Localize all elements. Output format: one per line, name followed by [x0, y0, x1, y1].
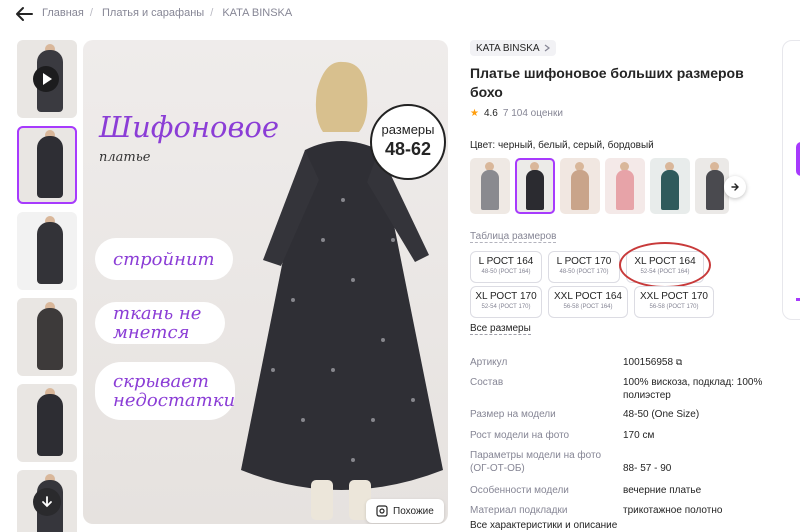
thumbnail-photo[interactable] — [17, 126, 77, 204]
buy-card — [782, 40, 800, 320]
main-product-image[interactable]: Шифоновое платье размеры 48-62 стройнит … — [83, 40, 448, 524]
colors-label: Цвет: черный, белый, серый, бордовый — [470, 140, 654, 151]
breadcrumb: Главная / Платья и сарафаны / KATA BINSKA — [42, 7, 293, 19]
breadcrumb-home[interactable]: Главная — [42, 7, 84, 19]
feature-pill: ткань не мнется — [95, 302, 225, 344]
size-option[interactable]: XL РОСТ 164 52-54 (РОСТ 164) — [626, 251, 704, 283]
breadcrumb-category[interactable]: Платья и сарафаны — [102, 7, 204, 19]
size-table-link[interactable]: Таблица размеров — [470, 231, 557, 243]
thumbnail-photo[interactable] — [17, 384, 77, 462]
size-option[interactable]: XL РОСТ 170 52-54 (РОСТ 170) — [470, 286, 542, 318]
scroll-down-button[interactable] — [33, 488, 61, 516]
arrow-right-icon — [731, 183, 739, 191]
rating-value: 4.6 — [483, 108, 498, 119]
star-icon: ★ — [470, 108, 479, 119]
brand-link[interactable]: KATA BINSKA — [470, 40, 556, 56]
accent-bar — [796, 298, 800, 301]
product-title: Платье шифоновое больших размеров бохо — [470, 65, 744, 100]
banner-subtitle: платье — [99, 150, 151, 165]
arrow-down-icon — [42, 496, 52, 508]
feature-pill: стройнит — [95, 238, 233, 280]
color-swatch[interactable] — [515, 158, 555, 214]
color-swatch[interactable] — [470, 158, 510, 214]
color-swatch[interactable] — [605, 158, 645, 214]
similar-button[interactable]: Похожие — [366, 499, 444, 523]
reviews-link[interactable]: 7 104 оценки — [503, 108, 563, 119]
color-swatches — [470, 158, 750, 214]
image-search-icon — [376, 505, 388, 517]
banner-title: Шифоновое — [99, 110, 279, 144]
play-icon — [33, 66, 59, 92]
thumbnail-strip — [17, 40, 77, 532]
breadcrumb-brand[interactable]: KATA BINSKA — [222, 7, 292, 19]
add-to-cart-button[interactable] — [796, 142, 800, 176]
color-swatch[interactable] — [650, 158, 690, 214]
back-arrow-icon[interactable] — [14, 6, 34, 22]
thumbnail-photo[interactable] — [17, 212, 77, 290]
chevron-right-icon — [544, 44, 550, 52]
size-option[interactable]: L РОСТ 164 48-50 (РОСТ 164) — [470, 251, 542, 283]
feature-pill: скрывает недостатки — [95, 362, 235, 420]
swatch-next-button[interactable] — [724, 176, 746, 198]
thumbnail-video[interactable] — [17, 40, 77, 118]
sizes-badge: размеры 48-62 — [370, 104, 446, 180]
buy-panel-edge — [782, 40, 800, 532]
article-value[interactable]: 100156958 ⧉ — [623, 356, 768, 369]
size-option[interactable]: XXL РОСТ 170 56-58 (РОСТ 170) — [634, 286, 714, 318]
thumbnail-photo[interactable] — [17, 298, 77, 376]
all-specs-link[interactable]: Все характеристики и описание — [470, 520, 617, 531]
rating: ★ 4.6 7 104 оценки — [470, 108, 563, 119]
copy-icon: ⧉ — [675, 357, 683, 367]
all-sizes-link[interactable]: Все размеры — [470, 323, 531, 335]
size-option[interactable]: XXL РОСТ 164 56-58 (РОСТ 164) — [548, 286, 628, 318]
size-option[interactable]: L РОСТ 170 48-50 (РОСТ 170) — [548, 251, 620, 283]
color-swatch[interactable] — [560, 158, 600, 214]
